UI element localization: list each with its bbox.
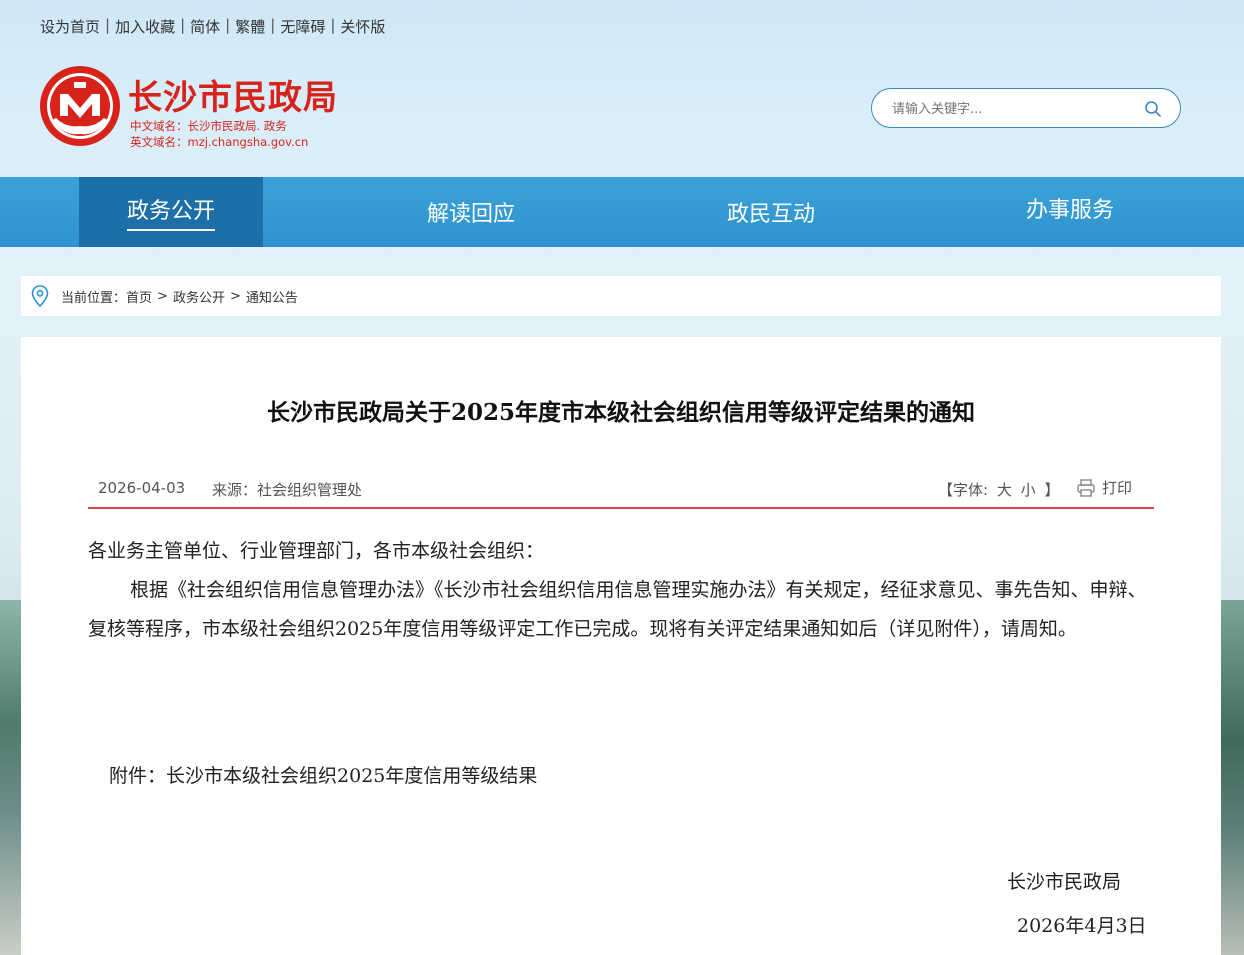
link-traditional[interactable]: 繁體	[235, 16, 265, 37]
site-title: 长沙市民政局	[128, 78, 338, 118]
attachment-label: 附件：	[109, 765, 167, 787]
attachment: 附件：长沙市本级社会组织2025年度信用等级结果	[109, 761, 537, 788]
cn-domain: 中文域名：长沙市民政局. 政务	[130, 119, 287, 133]
article-title: 长沙市民政局关于2025年度市本级社会组织信用等级评定结果的通知	[266, 399, 975, 426]
breadcrumb: 当前位置： 首页 > 政务公开 > 通知公告	[21, 276, 1221, 316]
article-body: 各业务主管单位、行业管理部门，各市本级社会组织： 根据《社会组织信用信息管理办法…	[88, 532, 1158, 649]
breadcrumb-notices[interactable]: 通知公告	[246, 287, 298, 306]
printer-icon	[1077, 478, 1095, 497]
site-logo[interactable]: 长沙市民政局 中文域名：长沙市民政局. 政务 英文域名：mzj.changsha…	[38, 64, 348, 154]
breadcrumb-gov-affairs[interactable]: 政务公开	[173, 287, 225, 306]
nav-government-affairs[interactable]: 政务公开	[79, 177, 263, 247]
breadcrumb-home[interactable]: 首页	[126, 287, 152, 306]
nav-services[interactable]: 办事服务	[978, 173, 1162, 243]
signature-date: 2026年4月3日	[1017, 915, 1147, 937]
signature: 长沙市民政局	[1007, 871, 1122, 893]
link-simplified[interactable]: 简体	[190, 16, 220, 37]
article-meta: 2026-04-03 来源：社会组织管理处 【字体: 大 小 】 打印	[88, 477, 1154, 509]
site-domains: 中文域名：长沙市民政局. 政务 英文域名：mzj.changsha.gov.cn	[130, 118, 308, 150]
breadcrumb-prefix: 当前位置：	[61, 290, 127, 306]
article-paragraph: 根据《社会组织信用信息管理办法》《长沙市社会组织信用信息管理实施办法》有关规定，…	[88, 579, 1147, 640]
link-add-favorite[interactable]: 加入收藏	[115, 16, 175, 37]
top-links: 设为首页 | 加入收藏 | 简体 | 繁體 | 无障碍 | 关怀版	[40, 16, 386, 37]
font-size-control: 【字体: 大 小 】	[938, 481, 1060, 499]
nav-interpretation[interactable]: 解读回应	[379, 177, 563, 247]
search-box	[871, 88, 1181, 128]
search-input[interactable]	[892, 98, 1132, 120]
link-care-mode[interactable]: 关怀版	[340, 16, 385, 37]
font-small-button[interactable]: 小	[1021, 481, 1036, 499]
en-domain: 英文域名：mzj.changsha.gov.cn	[130, 135, 309, 149]
link-set-homepage[interactable]: 设为首页	[40, 16, 100, 37]
nav-interaction[interactable]: 政民互动	[679, 177, 863, 247]
article-panel: 长沙市民政局关于2025年度市本级社会组织信用等级评定结果的通知 2026-04…	[21, 337, 1221, 955]
civil-affairs-emblem-icon	[40, 66, 120, 146]
article-source: 来源：社会组织管理处	[212, 481, 363, 499]
main-nav: 政务公开 解读回应 政民互动 办事服务	[0, 177, 1244, 247]
scenery-right	[1220, 600, 1244, 955]
article-date: 2026-04-03	[98, 479, 186, 497]
location-pin-icon	[31, 285, 49, 307]
salutation: 各业务主管单位、行业管理部门，各市本级社会组织：	[88, 540, 545, 562]
font-large-button[interactable]: 大	[997, 481, 1012, 499]
search-icon[interactable]	[1144, 100, 1162, 118]
print-button[interactable]: 打印	[1076, 477, 1132, 498]
link-accessibility[interactable]: 无障碍	[280, 16, 325, 37]
attachment-link[interactable]: 长沙市本级社会组织2025年度信用等级结果	[166, 765, 537, 787]
